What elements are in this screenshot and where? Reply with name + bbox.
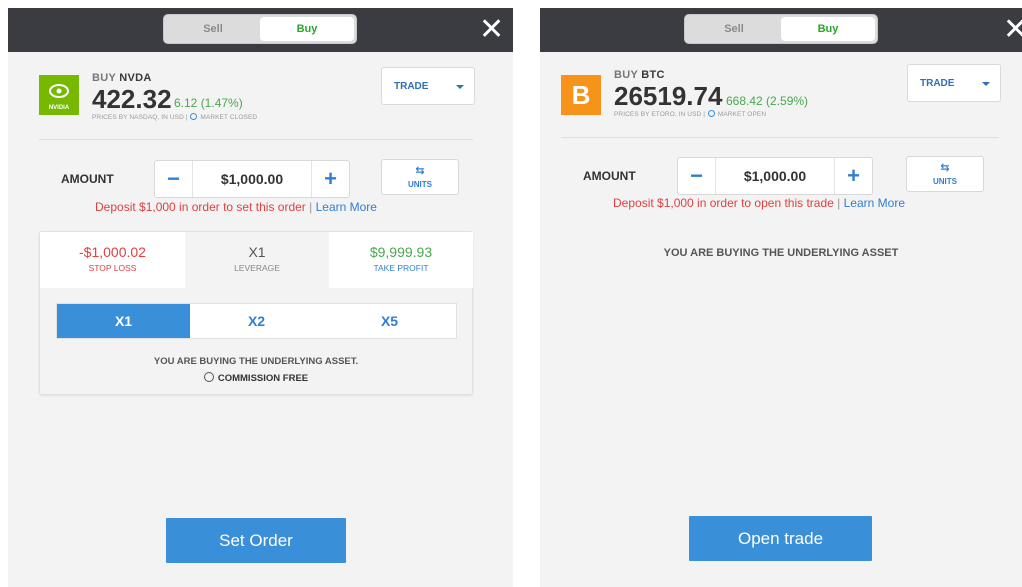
svg-text:NVIDIA: NVIDIA <box>49 105 70 111</box>
nvidia-logo: NVIDIA <box>39 75 79 115</box>
tab-take-profit[interactable]: $9,999.93 TAKE PROFIT <box>329 232 473 288</box>
action-label: BUY <box>92 72 116 84</box>
decrease-amount-button[interactable]: − <box>155 161 193 197</box>
order-type-label: TRADE <box>394 81 429 92</box>
set-order-button[interactable]: Set Order <box>166 518 346 563</box>
amount-label: AMOUNT <box>61 172 114 186</box>
open-trade-button[interactable]: Open trade <box>689 516 872 561</box>
amount-label: AMOUNT <box>583 169 636 183</box>
price-source: PRICES BY ETORO, IN USD | MARKET OPEN <box>614 110 766 118</box>
tab-leverage[interactable]: X1 LEVERAGE <box>185 232 329 288</box>
stop-loss-label: STOP LOSS <box>88 263 137 273</box>
clock-icon <box>190 113 198 120</box>
sell-tab[interactable]: Sell <box>166 17 260 41</box>
panel-header: Sell Buy ✕ <box>8 8 513 52</box>
source-label: PRICES BY NASDAQ, IN USD | <box>92 114 188 121</box>
units-label: UNITS <box>933 177 957 186</box>
commission-label: COMMISSION FREE <box>217 373 309 384</box>
divider <box>39 139 473 140</box>
price-change: 6.12 (1.47%) <box>174 96 243 110</box>
divider <box>561 137 999 138</box>
price-source: PRICES BY NASDAQ, IN USD | MARKET CLOSED <box>92 113 257 121</box>
underlying-asset-notice: YOU ARE BUYING THE UNDERLYING ASSET <box>663 247 899 259</box>
leverage-option-x1[interactable]: X1 <box>57 304 190 338</box>
learn-more-link[interactable]: Learn More <box>316 200 377 214</box>
commission-notice: COMMISSION FREE <box>40 372 472 384</box>
trade-panel-nvda: Sell Buy ✕ NVIDIA BUY NVDA 422.32 6.12 (… <box>8 8 513 587</box>
sell-buy-toggle: Sell Buy <box>684 14 878 44</box>
sell-tab[interactable]: Sell <box>687 17 781 41</box>
price-change: 668.42 (2.59%) <box>726 94 809 108</box>
deposit-message: Deposit $1,000 in order to set this orde… <box>95 200 377 214</box>
units-toggle-button[interactable]: ⇆ UNITS <box>381 159 459 195</box>
buy-tab[interactable]: Buy <box>781 17 875 41</box>
units-label: UNITS <box>408 180 432 189</box>
swap-arrows-icon: ⇆ <box>940 162 950 174</box>
units-toggle-button[interactable]: ⇆ UNITS <box>906 156 984 192</box>
underlying-asset-notice: YOU ARE BUYING THE UNDERLYING ASSET. <box>153 356 359 367</box>
close-icon[interactable]: ✕ <box>1003 15 1022 45</box>
amount-input[interactable]: $1,000.00 <box>193 161 311 197</box>
trade-panel-btc: Sell Buy ✕ B BUY BTC 26519.74 668.42 (2.… <box>540 8 1022 587</box>
instrument-title: BUY NVDA <box>92 72 152 84</box>
chevron-down-icon <box>456 85 464 89</box>
tab-stop-loss[interactable]: -$1,000.02 STOP LOSS <box>40 232 185 288</box>
deposit-text: Deposit $1,000 in order to open this tra… <box>613 196 834 210</box>
ticker-label: NVDA <box>119 72 152 84</box>
leverage-options: X1 X2 X5 <box>56 303 457 339</box>
increase-amount-button[interactable]: + <box>311 161 349 197</box>
order-type-label: TRADE <box>920 78 955 89</box>
bitcoin-logo: B <box>561 75 601 115</box>
order-type-dropdown[interactable]: TRADE <box>381 67 475 105</box>
learn-more-link[interactable]: Learn More <box>844 196 905 210</box>
deposit-text: Deposit $1,000 in order to set this orde… <box>95 200 306 214</box>
close-icon[interactable]: ✕ <box>479 15 504 45</box>
sell-buy-toggle: Sell Buy <box>163 14 357 44</box>
leverage-value: X1 <box>248 244 266 260</box>
leverage-option-x2[interactable]: X2 <box>190 304 323 338</box>
clock-icon <box>707 110 715 117</box>
stop-loss-value: -$1,000.02 <box>79 244 146 260</box>
commission-icon <box>203 372 214 382</box>
market-status: MARKET OPEN <box>717 111 767 118</box>
take-profit-label: TAKE PROFIT <box>373 263 429 273</box>
leverage-option-x5[interactable]: X5 <box>323 304 456 338</box>
order-type-dropdown[interactable]: TRADE <box>907 64 1001 102</box>
deposit-message: Deposit $1,000 in order to open this tra… <box>613 196 905 210</box>
source-label: PRICES BY ETORO, IN USD | <box>614 111 705 118</box>
swap-arrows-icon: ⇆ <box>415 165 425 177</box>
amount-input[interactable]: $1,000.00 <box>716 158 834 194</box>
amount-stepper: − $1,000.00 + <box>677 157 873 195</box>
action-label: BUY <box>614 69 638 81</box>
order-settings: -$1,000.02 STOP LOSS X1 LEVERAGE $9,999.… <box>39 231 473 395</box>
price-value: 422.32 <box>92 84 172 114</box>
amount-stepper: − $1,000.00 + <box>154 160 350 198</box>
market-status: MARKET CLOSED <box>200 114 258 121</box>
instrument-title: BUY BTC <box>614 69 665 81</box>
chevron-down-icon <box>982 82 990 86</box>
take-profit-value: $9,999.93 <box>369 244 433 260</box>
decrease-amount-button[interactable]: − <box>678 158 716 194</box>
increase-amount-button[interactable]: + <box>834 158 872 194</box>
ticker-label: BTC <box>641 69 665 81</box>
leverage-label: LEVERAGE <box>234 263 280 273</box>
panel-header: Sell Buy ✕ <box>540 8 1022 52</box>
price-value: 26519.74 <box>614 81 723 111</box>
buy-tab[interactable]: Buy <box>260 17 354 41</box>
